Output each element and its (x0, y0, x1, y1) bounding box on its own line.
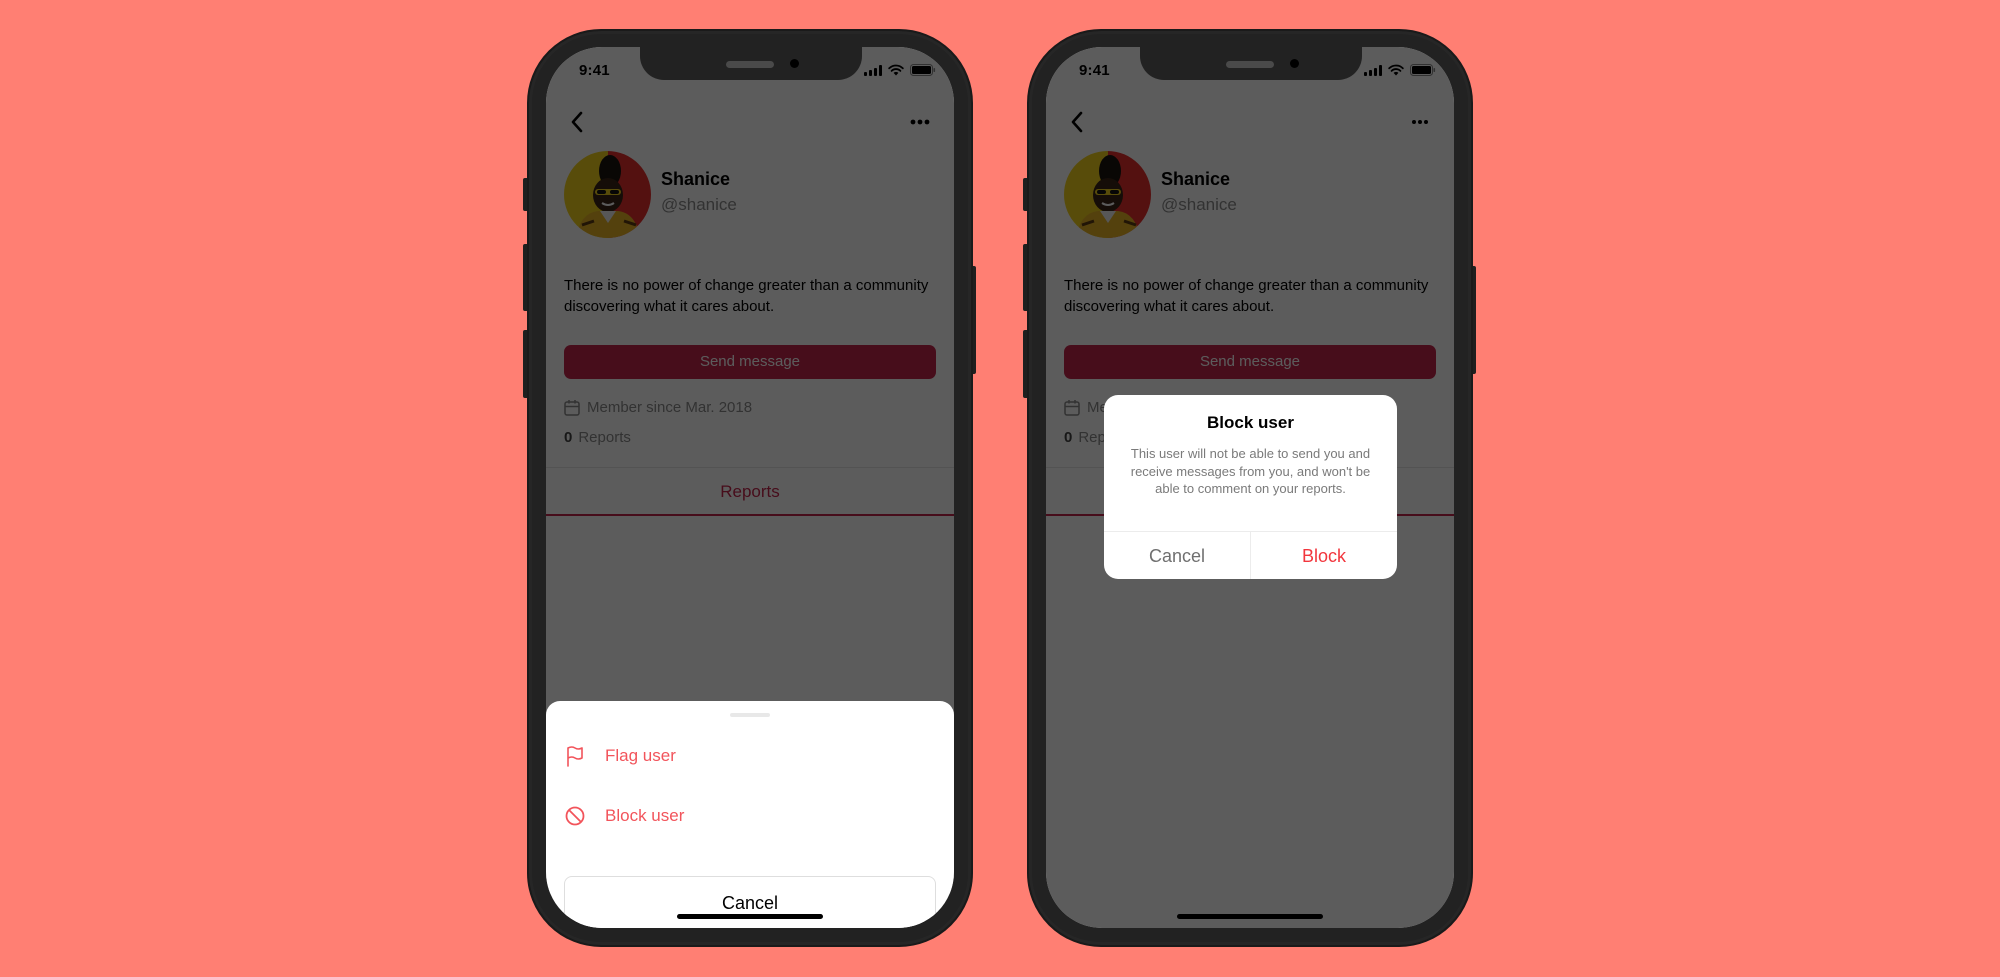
notch (640, 47, 862, 80)
phone-block-dialog: 9:41 (1023, 29, 1476, 947)
sheet-drag-handle[interactable] (730, 713, 770, 717)
screen: 9:41 (1046, 47, 1454, 928)
sheet-cancel-button[interactable]: Cancel (564, 876, 936, 928)
block-user-dialog: Block user This user will not be able to… (1104, 395, 1397, 579)
phone-action-sheet: 9:41 (523, 29, 976, 947)
block-user-label: Block user (605, 806, 685, 825)
dialog-block-button[interactable]: Block (1251, 532, 1397, 579)
front-camera (790, 59, 799, 68)
notch (1140, 47, 1362, 80)
action-sheet: Flag user Block user Cancel (546, 701, 954, 928)
speaker (726, 61, 774, 68)
dialog-title: Block user (1207, 413, 1294, 432)
front-camera (1290, 59, 1299, 68)
home-indicator (1177, 914, 1323, 919)
dialog-actions: Cancel Block (1104, 531, 1397, 579)
home-indicator (677, 914, 823, 919)
flag-user-option[interactable]: Flag user (564, 745, 676, 767)
flag-icon (567, 746, 583, 767)
dialog-message: This user will not be able to send you a… (1130, 446, 1371, 496)
screen: 9:41 (546, 47, 954, 928)
speaker (1226, 61, 1274, 68)
block-user-option[interactable]: Block user (564, 805, 684, 827)
dialog-cancel-button[interactable]: Cancel (1104, 532, 1251, 579)
block-icon (565, 806, 585, 826)
flag-user-label: Flag user (605, 746, 676, 765)
